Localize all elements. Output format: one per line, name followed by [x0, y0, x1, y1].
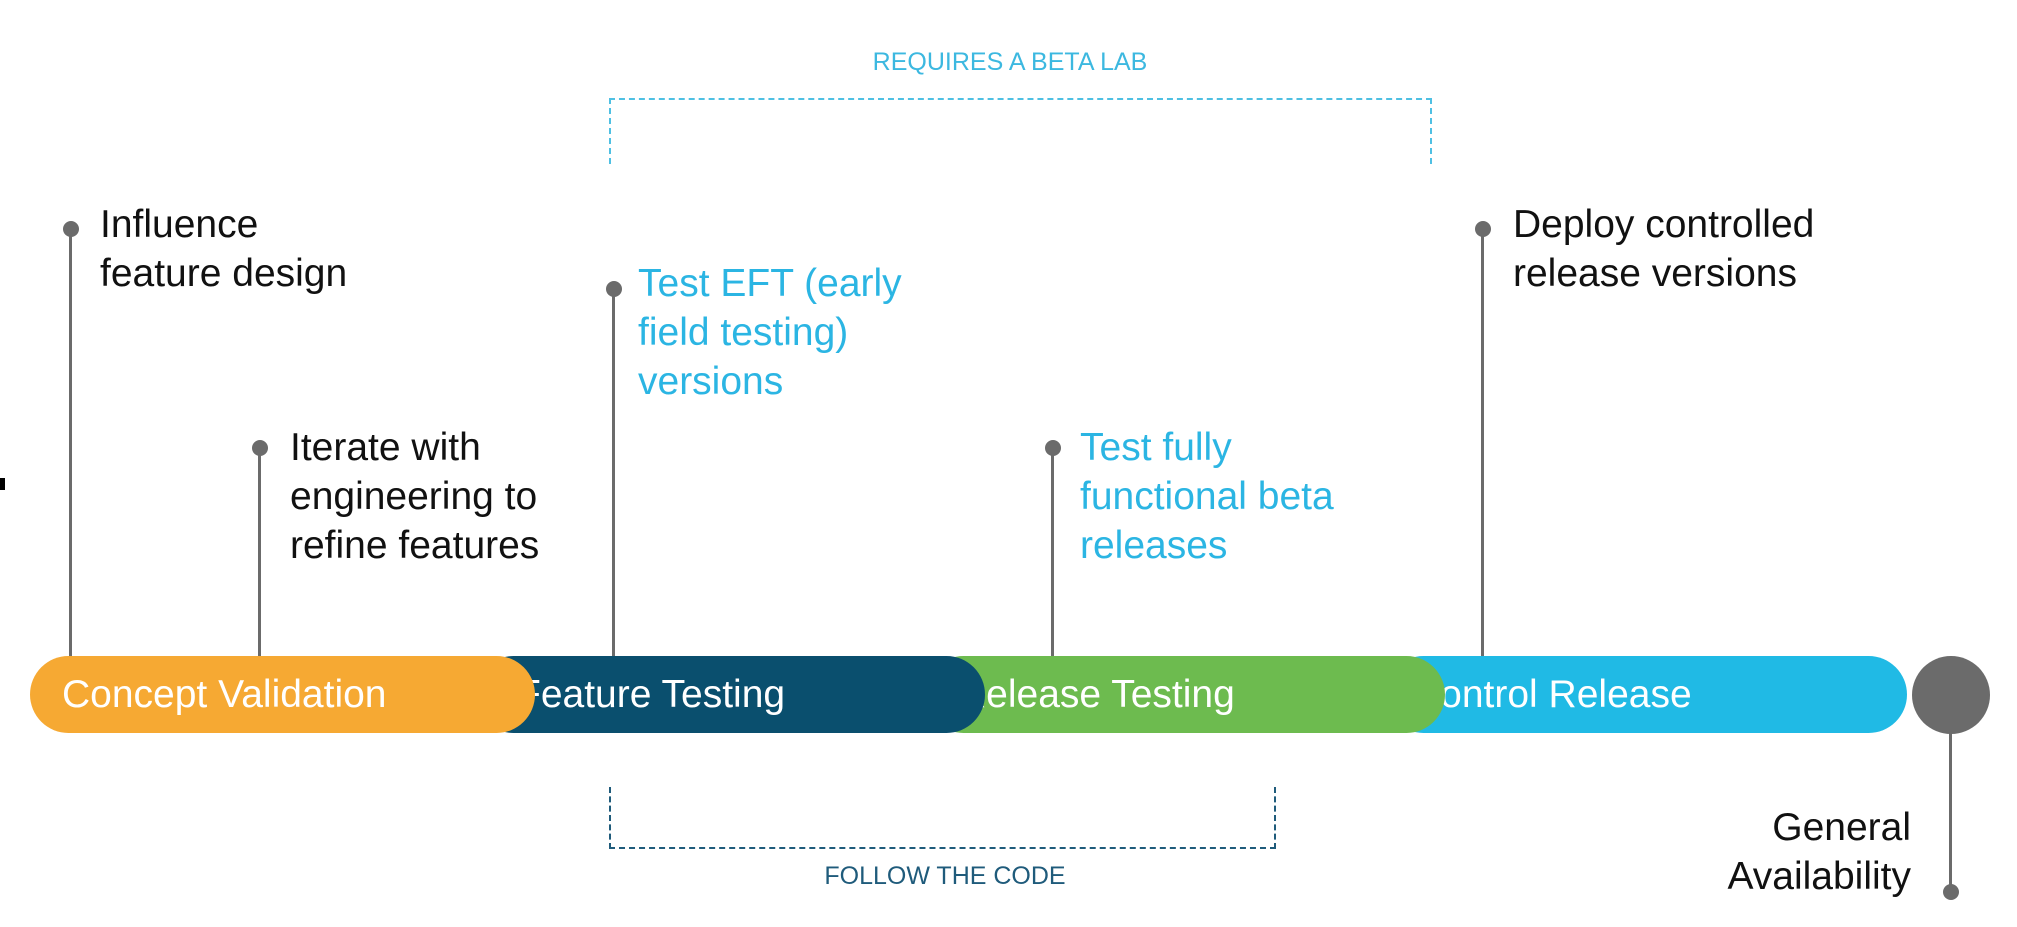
beta-lab-label: REQUIRES A BETA LAB — [872, 48, 1148, 76]
dot-influence — [63, 221, 79, 237]
phase-label: Feature Testing — [517, 673, 786, 716]
note-line: functional beta — [1080, 475, 1334, 518]
phase-label: Concept Validation — [62, 673, 387, 716]
stem-beta — [1051, 448, 1054, 659]
note-line: Influence — [100, 203, 259, 246]
note-line: release versions — [1513, 252, 1797, 295]
note-line: Test fully — [1080, 426, 1232, 469]
note-influence: Influence feature design — [100, 200, 347, 298]
dot-beta — [1045, 440, 1061, 456]
dot-ga-end — [1943, 884, 1959, 900]
note-line: General — [1772, 806, 1911, 849]
note-line: Test EFT (early — [638, 262, 902, 305]
note-eft: Test EFT (early field testing) versions — [638, 259, 902, 406]
phase-release-testing: Release Testing — [925, 656, 1445, 733]
note-line: field testing) — [638, 311, 849, 354]
phase-control-release: Control Release — [1385, 656, 1907, 733]
general-availability-marker — [1912, 656, 1990, 734]
general-availability-label: General Availability — [1727, 803, 1911, 901]
phase-concept-validation: Concept Validation — [30, 656, 535, 733]
phase-label: Release Testing — [958, 673, 1235, 716]
note-line: Iterate with — [290, 426, 481, 469]
stem-iterate — [258, 448, 261, 659]
note-beta: Test fully functional beta releases — [1080, 423, 1334, 570]
phase-feature-testing: Feature Testing — [475, 656, 985, 733]
note-line: refine features — [290, 524, 540, 567]
dot-eft — [606, 281, 622, 297]
note-deploy: Deploy controlled release versions — [1513, 200, 1814, 298]
note-line: versions — [638, 360, 784, 403]
edge-mark — [0, 478, 5, 490]
note-line: Availability — [1727, 855, 1911, 898]
note-line: feature design — [100, 252, 348, 295]
stem-eft — [612, 289, 615, 659]
follow-code-label: FOLLOW THE CODE — [824, 862, 1066, 890]
follow-code-bracket — [609, 787, 1276, 849]
note-line: engineering to — [290, 475, 538, 518]
dot-iterate — [252, 440, 268, 456]
note-line: Deploy controlled — [1513, 203, 1815, 246]
beta-lab-bracket — [609, 98, 1432, 164]
note-line: releases — [1080, 524, 1228, 567]
stem-deploy — [1481, 229, 1484, 659]
phase-label: Control Release — [1412, 673, 1692, 716]
note-iterate: Iterate with engineering to refine featu… — [290, 423, 539, 570]
dot-deploy — [1475, 221, 1491, 237]
stem-influence — [69, 229, 72, 659]
